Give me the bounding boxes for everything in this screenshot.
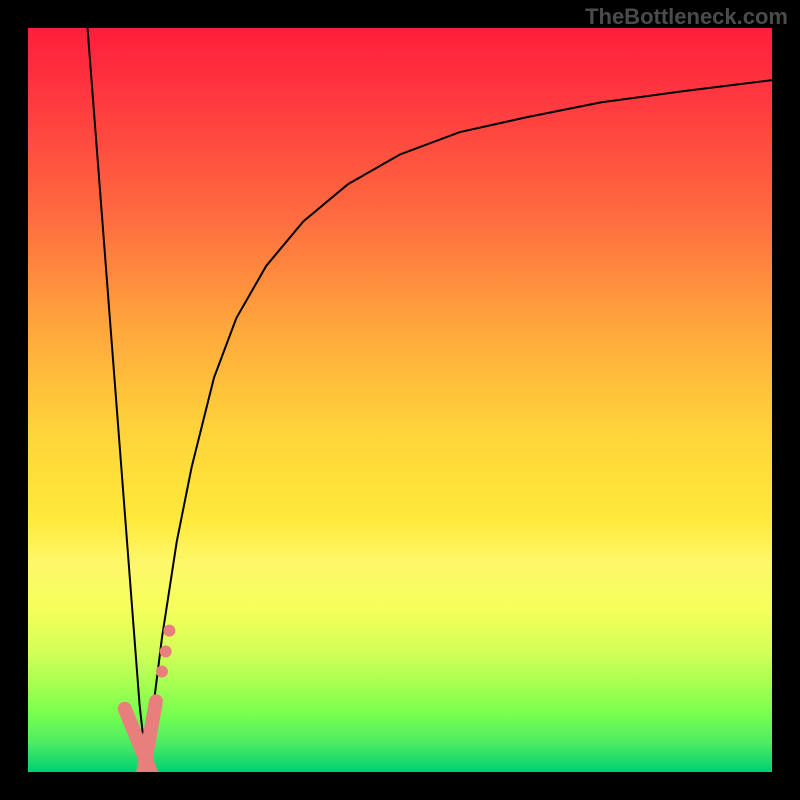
left-branch-curve [88, 28, 148, 772]
chart-svg [28, 28, 772, 772]
marker-group [125, 625, 176, 772]
marker-segment [143, 701, 156, 772]
marker-dot [160, 645, 172, 657]
marker-dot [163, 625, 175, 637]
watermark-label: TheBottleneck.com [585, 4, 788, 30]
chart-frame: TheBottleneck.com [0, 0, 800, 800]
marker-dot [156, 666, 168, 678]
curve-group [88, 28, 772, 772]
plot-area [28, 28, 772, 772]
right-branch-curve [147, 80, 772, 772]
